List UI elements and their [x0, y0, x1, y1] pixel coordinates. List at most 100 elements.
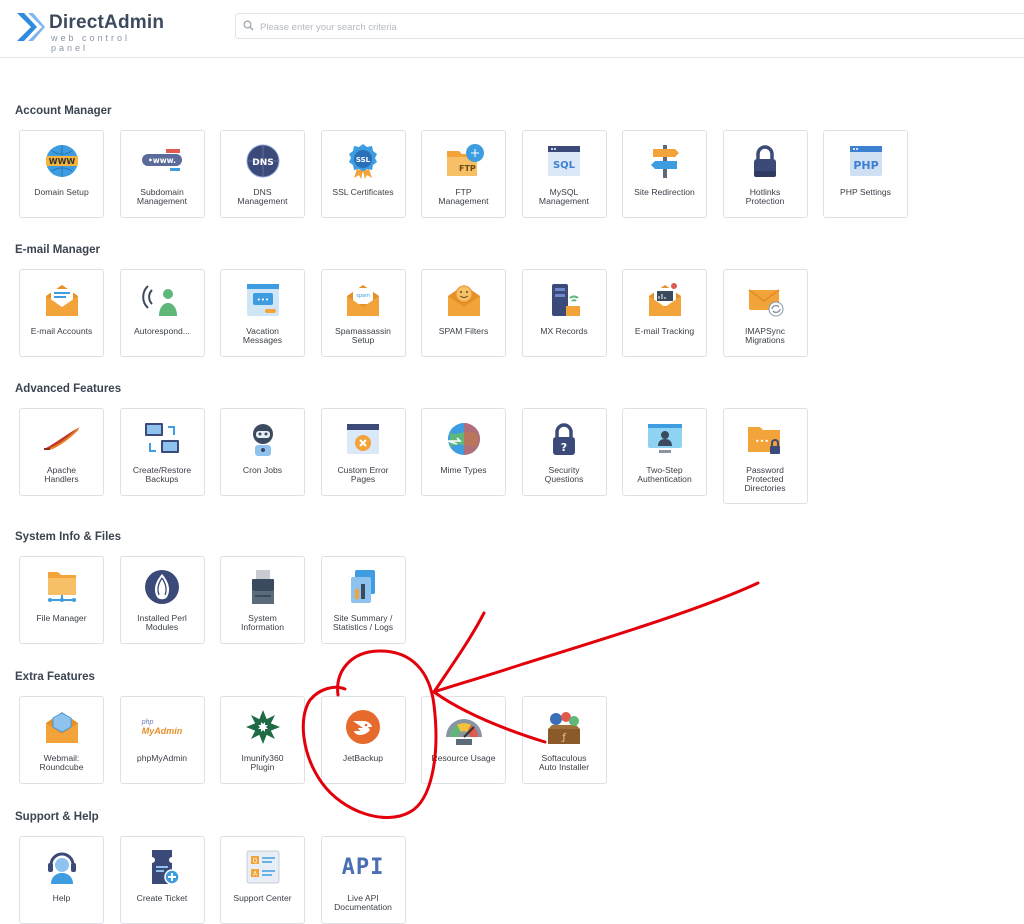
stats-document-icon	[351, 570, 375, 603]
svg-text:?: ?	[561, 441, 567, 454]
tile-apache-handlers[interactable]: Apache Handlers	[19, 408, 104, 496]
tile-hotlinks-protection[interactable]: Hotlinks Protection	[722, 130, 808, 218]
tile-domain-setup[interactable]: WWW Domain Setup	[19, 130, 104, 218]
tile-live-api-documentation[interactable]: API Live API Documentation	[320, 836, 406, 924]
tile-icon-wrap: API	[322, 846, 405, 888]
search-icon	[243, 20, 254, 31]
tile-label: Imunify360 Plugin	[241, 753, 284, 772]
tile-file-manager[interactable]: File Manager	[19, 556, 104, 644]
tile-phpmyadmin[interactable]: php MyAdmin phpMyAdmin	[119, 696, 205, 784]
tile-label: File Manager	[36, 613, 87, 623]
tile-spam-filters[interactable]: SPAM Filters	[421, 269, 506, 357]
tile-create-restore-backups[interactable]: Create/Restore Backups	[119, 408, 205, 496]
tile-two-step-authentication[interactable]: Two-Step Authentication	[622, 408, 707, 496]
tile-label: Mime Types	[440, 465, 487, 475]
tile-vacation-messages[interactable]: ••• Vacation Messages	[220, 269, 305, 357]
tile-site-redirection[interactable]: Site Redirection	[622, 130, 707, 218]
svg-text:spam: spam	[356, 293, 370, 299]
tile-label: Create Ticket	[136, 893, 188, 903]
tile-jetbackup[interactable]: JetBackup	[320, 696, 406, 784]
tile-resource-usage[interactable]: Resource Usage	[421, 696, 506, 784]
tile-mysql-management[interactable]: SQL MySQL Management	[521, 130, 607, 218]
tile-label: Two-Step Authentication	[637, 465, 692, 484]
tile-label: Live API Documentation	[334, 893, 392, 912]
tile-installed-perl-modules[interactable]: Installed Perl Modules	[119, 556, 205, 644]
tile-cron-jobs[interactable]: Cron Jobs	[220, 408, 305, 496]
tile-spamassassin-setup[interactable]: spam Spamassassin Setup	[320, 269, 406, 357]
autoresponder-icon	[142, 285, 177, 316]
section-title-email-manager: E-mail Manager	[15, 244, 100, 256]
tile-label: Resource Usage	[431, 753, 496, 763]
robot-icon	[252, 424, 273, 456]
tile-icon-wrap	[20, 566, 103, 608]
tile-mime-types[interactable]: Mime Types	[421, 408, 506, 496]
tile-icon-wrap	[221, 706, 304, 748]
svg-text:SSL: SSL	[356, 156, 371, 164]
tile-mx-records[interactable]: MX Records	[521, 269, 607, 357]
tile-subdomain-management[interactable]: •www. Subdomain Management	[119, 130, 205, 218]
tile-icon-wrap: spam	[322, 279, 405, 321]
tile-create-ticket[interactable]: Create Ticket	[119, 836, 205, 924]
tile-dns-management[interactable]: DNS DNS Management	[220, 130, 305, 218]
tile-icon-wrap	[724, 140, 807, 182]
search-input[interactable]	[258, 16, 962, 38]
support-window-icon: QA	[246, 850, 279, 884]
tile-autorespond[interactable]: Autorespond...	[119, 269, 205, 357]
tile-label: Cron Jobs	[242, 465, 283, 475]
tile-e-mail-tracking[interactable]: E-mail Tracking	[622, 269, 707, 357]
mime-globe-icon	[447, 423, 480, 455]
tile-label: MX Records	[540, 326, 588, 336]
svg-text:PHP: PHP	[853, 159, 878, 172]
tile-label: Password Protected Directories	[744, 465, 786, 493]
tile-icon-wrap	[523, 279, 606, 321]
tile-label: Security Questions	[544, 465, 584, 484]
tile-webmail-roundcube[interactable]: Webmail: Roundcube	[19, 696, 104, 784]
svg-text:DNS: DNS	[252, 158, 274, 168]
tile-icon-wrap	[422, 279, 505, 321]
folder-network-icon	[47, 572, 76, 602]
backup-monitors-icon	[145, 423, 179, 453]
tile-php-settings[interactable]: PHP PHP Settings	[823, 130, 908, 218]
tile-icon-wrap: WWW	[20, 140, 103, 182]
tile-icon-wrap: php MyAdmin	[121, 706, 204, 748]
brand-logo[interactable]: DirectAdmin web control panel	[15, 9, 165, 53]
tile-icon-wrap	[623, 418, 706, 460]
section-title-support-help: Support & Help	[15, 811, 99, 823]
top-bar: DirectAdmin web control panel	[0, 0, 1024, 58]
tile-ssl-certificates[interactable]: SSL SSL Certificates	[320, 130, 406, 218]
ftp-folder-icon: FTP	[446, 144, 484, 176]
tile-support-center[interactable]: Q A Support Center	[220, 836, 305, 924]
tile-e-mail-accounts[interactable]: E-mail Accounts	[19, 269, 104, 357]
tile-password-protected-directories[interactable]: ••• Password Protected Directories	[722, 408, 808, 504]
tile-security-questions[interactable]: ? Security Questions	[521, 408, 607, 496]
tile-label: FTP Management	[438, 187, 489, 206]
tile-label: IMAPSync Migrations	[744, 326, 786, 345]
sql-window-icon: SQL	[548, 146, 580, 176]
tile-icon-wrap	[121, 566, 204, 608]
tile-site-summary-statistics-logs[interactable]: Site Summary / Statistics / Logs	[320, 556, 406, 644]
tile-system-information[interactable]: System Information	[220, 556, 305, 644]
tile-custom-error-pages[interactable]: Custom Error Pages	[320, 408, 406, 496]
tile-label: Spamassassin Setup	[335, 326, 391, 345]
tile-icon-wrap	[322, 706, 405, 748]
question-lock-icon: ?	[553, 423, 575, 455]
tile-help[interactable]: Help	[19, 836, 104, 924]
gauge-icon	[445, 719, 482, 745]
tile-icon-wrap: •••	[221, 279, 304, 321]
tile-label: phpMyAdmin	[136, 753, 188, 763]
apache-feather-icon	[43, 427, 80, 450]
tile-ftp-management[interactable]: FTP FTP Management	[421, 130, 506, 218]
tile-imapsync-migrations[interactable]: IMAPSync Migrations	[722, 269, 808, 357]
svg-text:•••: •••	[755, 437, 769, 446]
tile-label: Support Center	[233, 893, 292, 903]
tile-icon-wrap	[121, 418, 204, 460]
tile-imunify360-plugin[interactable]: Imunify360 Plugin	[220, 696, 305, 784]
tile-label: Vacation Messages	[242, 326, 283, 345]
tile-icon-wrap	[20, 846, 103, 888]
search-box[interactable]	[235, 13, 1024, 39]
tile-softaculous-auto-installer[interactable]: ƒ Softaculous Auto Installer	[521, 696, 607, 784]
tile-icon-wrap: FTP	[422, 140, 505, 182]
tile-icon-wrap	[623, 279, 706, 321]
annotation-arrow-shaft	[432, 581, 760, 694]
brand-tagline: web control panel	[51, 33, 131, 53]
